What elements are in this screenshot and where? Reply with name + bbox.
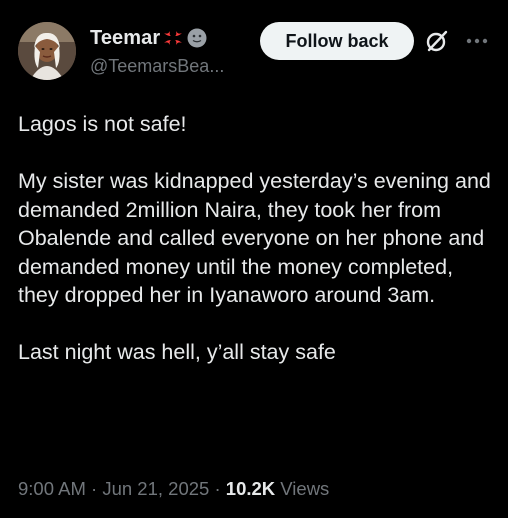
views-count[interactable]: 10.2K <box>226 478 275 499</box>
follow-back-button[interactable]: Follow back <box>260 22 414 60</box>
meta-separator: · <box>214 478 221 499</box>
more-options-icon[interactable] <box>464 28 490 54</box>
tweet-paragraph: Lagos is not safe! <box>18 112 187 136</box>
avatar-image <box>18 22 76 80</box>
tweet-header: Teemar @TeemarsBea... Follow back <box>18 20 498 82</box>
grok-icon[interactable] <box>424 28 450 54</box>
meta-separator: · <box>91 478 98 499</box>
anger-symbol-icon <box>162 27 184 49</box>
tweet-paragraph: My sister was kidnapped yesterday’s even… <box>18 169 491 307</box>
smiley-face-icon <box>186 27 208 49</box>
tweet-text: Lagos is not safe! My sister was kidnapp… <box>18 110 498 367</box>
author-display-name[interactable]: Teemar <box>90 27 160 50</box>
tweet-meta: 9:00 AM · Jun 21, 2025 · 10.2K Views <box>18 478 329 500</box>
tweet-date[interactable]: Jun 21, 2025 <box>102 478 209 499</box>
views-label: Views <box>280 478 330 499</box>
author-info: Teemar @TeemarsBea... <box>90 24 224 77</box>
author-handle[interactable]: @TeemarsBea... <box>90 56 224 77</box>
avatar[interactable] <box>18 22 76 80</box>
tweet-paragraph: Last night was hell, y’all stay safe <box>18 340 336 364</box>
tweet-time[interactable]: 9:00 AM <box>18 478 86 499</box>
